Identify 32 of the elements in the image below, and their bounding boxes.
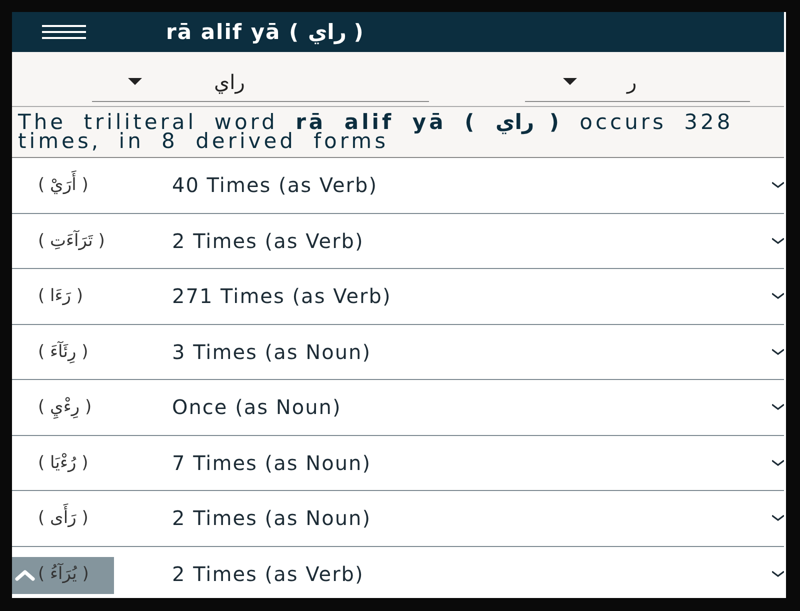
arabic-form: ( رِئَآءَ ) — [37, 340, 90, 366]
occurrence-count: 2 Times (as Verb) — [172, 228, 365, 253]
occurrence-count: 7 Times (as Noun) — [172, 450, 372, 475]
arabic-form: ( رَءَا ) — [37, 285, 84, 308]
chevron-icon[interactable] — [772, 293, 784, 300]
occurrence-count: 3 Times (as Noun) — [172, 340, 372, 364]
occurrence-count: 40 Times (as Verb) — [172, 173, 379, 198]
root-dropdown[interactable]: راي — [92, 62, 429, 102]
chevron-icon[interactable] — [772, 404, 784, 410]
caret-icon — [128, 78, 142, 85]
occurrence-count: 2 Times (as Verb) — [172, 562, 365, 586]
app-title: rā alif yā ( راي ) — [166, 20, 364, 44]
chevron-icon[interactable] — [772, 460, 784, 466]
chevron-icon[interactable] — [772, 570, 784, 577]
chevron-icon[interactable] — [772, 348, 784, 355]
chevron-icon[interactable] — [772, 515, 784, 522]
scroll-up-button[interactable] — [12, 556, 114, 594]
arabic-form: ( تَرَآءَتِ ) — [37, 229, 106, 253]
menu-icon[interactable] — [42, 24, 86, 40]
chevron-icon[interactable] — [772, 182, 784, 188]
chevron-up-icon — [14, 569, 36, 581]
chevron-icon[interactable] — [772, 238, 784, 244]
arabic-form: ( أَرَيْ ) — [36, 169, 90, 202]
occurrence-count: 2 Times (as Noun) — [172, 506, 372, 530]
arabic-form: ( يُرَآءُ ) — [37, 562, 90, 586]
occurrence-count: 271 Times (as Verb) — [172, 284, 392, 308]
root-dropdown[interactable]: ر — [525, 62, 750, 102]
occurrence-count: Once (as Noun) — [172, 395, 342, 420]
arabic-form: ( رُءْيَا ) — [37, 452, 90, 475]
arabic-form: ( رَأَى ) — [36, 502, 90, 534]
caret-icon — [563, 78, 577, 85]
arabic-form: ( رِءْيِ ) — [37, 396, 93, 421]
